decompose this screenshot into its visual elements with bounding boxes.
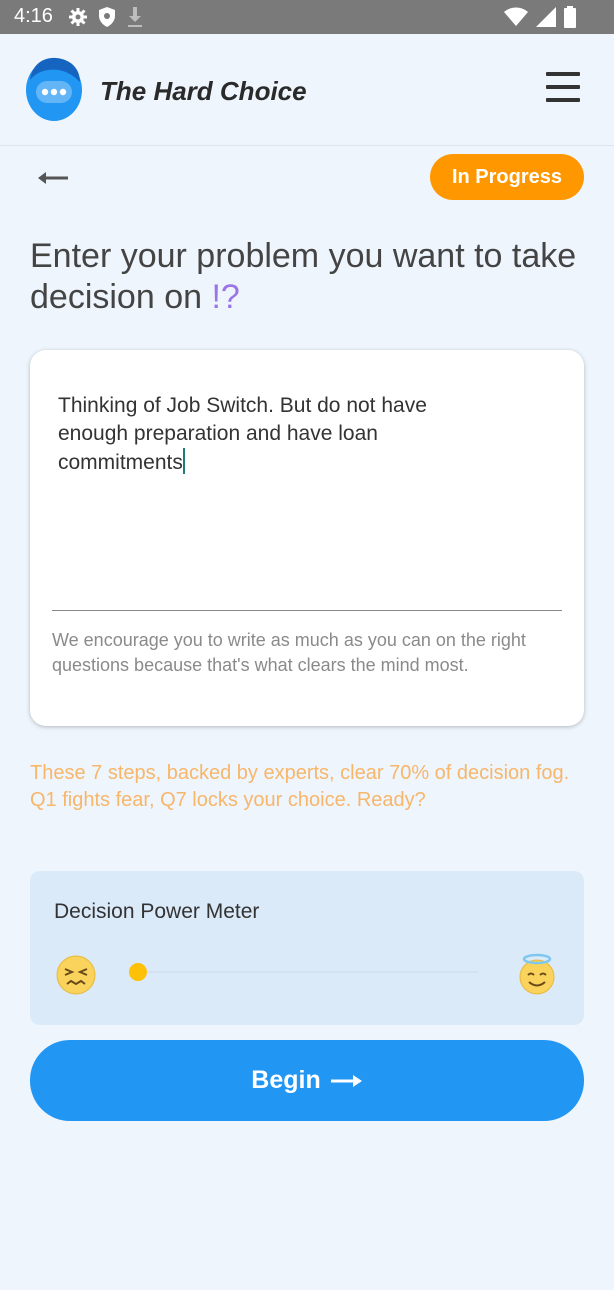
battery-icon — [564, 6, 576, 28]
signal-icon — [536, 7, 556, 27]
status-time: 4:16 — [14, 5, 53, 27]
question-heading: Enter your problem you want to take deci… — [30, 236, 590, 318]
question-accent: !? — [211, 278, 240, 316]
app-title: The Hard Choice — [100, 76, 307, 106]
back-arrow-icon[interactable] — [36, 166, 72, 190]
input-helper-text: We encourage you to write as much as you… — [52, 630, 526, 675]
info-text: These 7 steps, backed by experts, clear … — [30, 762, 570, 811]
begin-button-label: Begin — [251, 1066, 321, 1094]
decision-power-meter: Decision Power Meter — [30, 871, 584, 1025]
gear-icon — [69, 8, 87, 26]
begin-button[interactable]: Begin — [30, 1040, 584, 1121]
question-text: Enter your problem you want to take deci… — [30, 237, 577, 316]
meter-title: Decision Power Meter — [54, 900, 260, 923]
confounded-face-icon — [56, 955, 96, 995]
shield-icon — [99, 7, 115, 27]
status-bar: 4:16 — [0, 0, 614, 34]
chat-face-logo — [26, 57, 82, 121]
download-icon — [128, 7, 142, 27]
arrow-right-icon — [330, 1074, 362, 1087]
meter-slider-track[interactable] — [138, 971, 478, 973]
wifi-icon — [504, 7, 528, 26]
input-underline — [52, 610, 562, 611]
problem-card: Thinking of Job Switch. But do not have … — [30, 350, 584, 726]
smiling-halo-face-icon — [519, 953, 555, 995]
app-header: The Hard Choice — [0, 34, 614, 146]
problem-input-value: Thinking of Job Switch. But do not have … — [58, 394, 427, 474]
status-badge: In Progress — [430, 154, 584, 200]
meter-slider-thumb[interactable] — [129, 963, 147, 981]
problem-input[interactable]: Thinking of Job Switch. But do not have … — [58, 392, 498, 477]
text-caret — [182, 448, 185, 474]
hamburger-menu-icon[interactable] — [546, 72, 580, 102]
